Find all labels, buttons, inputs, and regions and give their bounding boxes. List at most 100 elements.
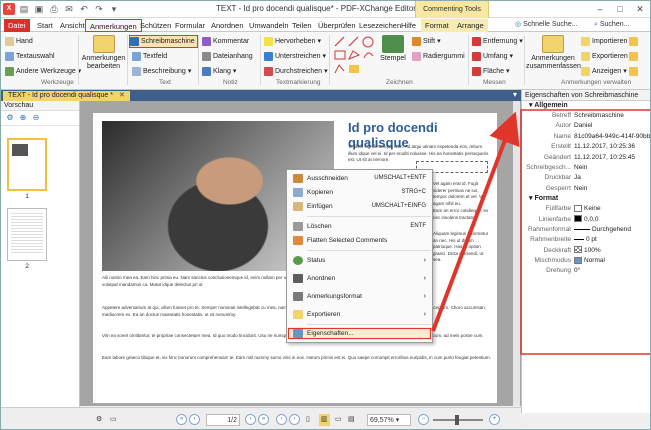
highlight-tool[interactable]: Hervorheben ▾: [264, 36, 321, 47]
area-tool-icon[interactable]: [349, 65, 359, 73]
thumbnail-options-icon[interactable]: ⚙: [5, 113, 15, 123]
summarize-comments-button[interactable]: Anmerkungen zusammenfassen: [526, 35, 581, 71]
tab-ueberpruefen[interactable]: Überprüfen: [314, 19, 360, 32]
tab-schuetzen[interactable]: Schützen: [136, 19, 175, 32]
strikeout-tool[interactable]: Durchstreichen ▾: [264, 66, 328, 77]
thumbnail-page-1[interactable]: [7, 138, 47, 191]
menu-item-arrange[interactable]: Anordnen ›: [287, 272, 432, 285]
zoom-slider-handle[interactable]: [455, 415, 459, 425]
comment-style-icon[interactable]: [629, 52, 638, 61]
tab-datei[interactable]: Datei: [4, 19, 30, 32]
text-select-tool[interactable]: Textauswahl: [5, 51, 55, 62]
shape-tools-grid[interactable]: [333, 35, 377, 77]
tab-list-icon[interactable]: ▾: [513, 90, 517, 99]
textbox-tool[interactable]: Textfeld: [132, 51, 167, 62]
stamp-button[interactable]: Stempel: [378, 35, 408, 63]
thumbnail-page-2[interactable]: [7, 208, 47, 261]
menu-item-export[interactable]: Exportieren ›: [287, 308, 432, 321]
menu-item-cut[interactable]: Ausschneiden UMSCHALT+ENTF: [287, 172, 432, 185]
tab-hilfe[interactable]: Hilfe: [397, 19, 420, 32]
minimize-button[interactable]: –: [590, 2, 610, 16]
customize-dropdown-icon[interactable]: ▾: [108, 3, 120, 15]
property-row-readonly[interactable]: Schreibgesch... Nein: [522, 163, 650, 173]
comment-filter-icon[interactable]: [629, 67, 638, 76]
tab-anordnen[interactable]: Anordnen: [207, 19, 248, 32]
callout-tool[interactable]: Beschreibung ▾: [132, 66, 191, 77]
tab-format[interactable]: Format: [421, 19, 453, 32]
email-icon[interactable]: ✉: [63, 3, 75, 15]
import-button[interactable]: Importieren: [581, 36, 627, 47]
tab-arrange[interactable]: Arrange: [453, 19, 488, 32]
property-row-author[interactable]: Autor Daniel: [522, 121, 650, 131]
print-icon[interactable]: ⎙: [48, 3, 60, 15]
property-row-printable[interactable]: Druckbar Ja: [522, 173, 650, 183]
save-icon[interactable]: ▣: [33, 3, 45, 15]
previous-page-button[interactable]: ‹: [189, 414, 200, 425]
typewriter-tool[interactable]: Schreibmaschine: [129, 35, 198, 48]
rectangle-tool-icon[interactable]: [334, 50, 346, 60]
last-page-button[interactable]: »: [258, 414, 269, 425]
zoom-out-button[interactable]: −: [418, 414, 429, 425]
area-measure-tool[interactable]: Fläche ▾: [472, 66, 510, 77]
next-page-button[interactable]: ›: [245, 414, 256, 425]
property-row-name[interactable]: Name 81c09a64-949c-414f-90bb...: [522, 132, 650, 142]
cloud-tool-icon[interactable]: [363, 52, 374, 59]
tab-ansicht[interactable]: Ansicht: [56, 19, 89, 32]
layout-icon[interactable]: ▭: [110, 414, 117, 426]
line-tool-icon[interactable]: [334, 36, 345, 47]
undo-icon[interactable]: ↶: [78, 3, 90, 15]
property-row-line-color[interactable]: Linienfarbe 0,0,0: [522, 215, 650, 225]
property-row-modified[interactable]: Geändert 11.12.2017, 10:25:45: [522, 153, 650, 163]
sound-tool[interactable]: Klang ▾: [202, 66, 236, 77]
other-tools-dropdown[interactable]: Andere Werkzeuge ▾: [5, 66, 81, 77]
menu-item-status[interactable]: Status ›: [287, 254, 432, 267]
property-row-opacity[interactable]: Deckkraft 100%: [522, 246, 650, 256]
polygon-tool-icon[interactable]: [347, 50, 361, 60]
menu-item-copy[interactable]: Kopieren STRG+C: [287, 186, 432, 199]
tab-umwandeln[interactable]: Umwandeln: [245, 19, 293, 32]
back-button[interactable]: ‹: [276, 414, 287, 425]
property-row-locked[interactable]: Gesperrt Nein: [522, 184, 650, 194]
pen-tool[interactable]: Stift ▾: [412, 36, 441, 47]
hand-tool[interactable]: Hand: [5, 36, 33, 47]
view-spread-icon[interactable]: ▤: [348, 414, 355, 426]
property-row-subject[interactable]: Betreff Schreibmaschine: [522, 111, 650, 121]
comment-tool[interactable]: Kommentar: [202, 36, 249, 47]
view-continuous-icon[interactable]: ▥: [319, 414, 330, 426]
page-number-input[interactable]: 1/2: [206, 414, 240, 426]
polyline-tool-icon[interactable]: [334, 64, 345, 74]
menu-item-comment-format[interactable]: Anmerkungsformat ›: [287, 290, 432, 303]
section-general[interactable]: ▾ Allgemein: [522, 101, 650, 111]
view-single-icon[interactable]: ▯: [306, 414, 310, 426]
eraser-tool[interactable]: Radiergummi: [412, 51, 465, 62]
ellipse-tool-icon[interactable]: [362, 36, 374, 48]
property-row-rotation[interactable]: Drehung 0°: [522, 266, 650, 276]
property-row-created[interactable]: Erstellt 11.12.2017, 10:25:36: [522, 142, 650, 152]
menu-item-paste[interactable]: Einfügen UMSCHALT+EINFG: [287, 200, 432, 213]
attachment-tool[interactable]: Dateianhang: [202, 51, 253, 62]
distance-tool[interactable]: Entfernung ▾: [472, 36, 523, 47]
property-row-border-width[interactable]: Rahmenbreite 0 pt: [522, 235, 650, 245]
thumbnail-zoom-in-icon[interactable]: ⊕: [18, 113, 28, 123]
quick-search-box[interactable]: ◎ Schnelle Suche...: [512, 19, 578, 31]
maximize-button[interactable]: □: [610, 2, 630, 16]
close-button[interactable]: ✕: [630, 2, 650, 16]
menu-item-flatten[interactable]: Flatten Selected Comments: [287, 234, 432, 247]
comment-list-icon[interactable]: [629, 37, 638, 46]
view-facing-icon[interactable]: ▭: [335, 414, 342, 426]
zoom-in-button[interactable]: +: [489, 414, 500, 425]
first-page-button[interactable]: «: [176, 414, 187, 425]
arrow-tool-icon[interactable]: [348, 36, 359, 47]
settings-icon[interactable]: ⚙: [96, 414, 102, 426]
menu-item-properties[interactable]: Eigenschaften...: [287, 327, 432, 340]
property-row-blend-mode[interactable]: Mischmodus Normal: [522, 256, 650, 266]
tab-teilen[interactable]: Teilen: [288, 19, 316, 32]
tab-formular[interactable]: Formular: [171, 19, 209, 32]
perimeter-tool[interactable]: Umfang ▾: [472, 51, 513, 62]
thumbnail-zoom-out-icon[interactable]: ⊖: [31, 113, 41, 123]
menu-item-delete[interactable]: Löschen ENTF: [287, 220, 432, 233]
export-button[interactable]: Exportieren: [581, 51, 628, 62]
document-tab[interactable]: TEXT - Id pro docendi qualisque * ✕: [3, 91, 130, 101]
tab-anmerkungen[interactable]: Anmerkungen: [85, 19, 142, 32]
forward-button[interactable]: ›: [289, 414, 300, 425]
